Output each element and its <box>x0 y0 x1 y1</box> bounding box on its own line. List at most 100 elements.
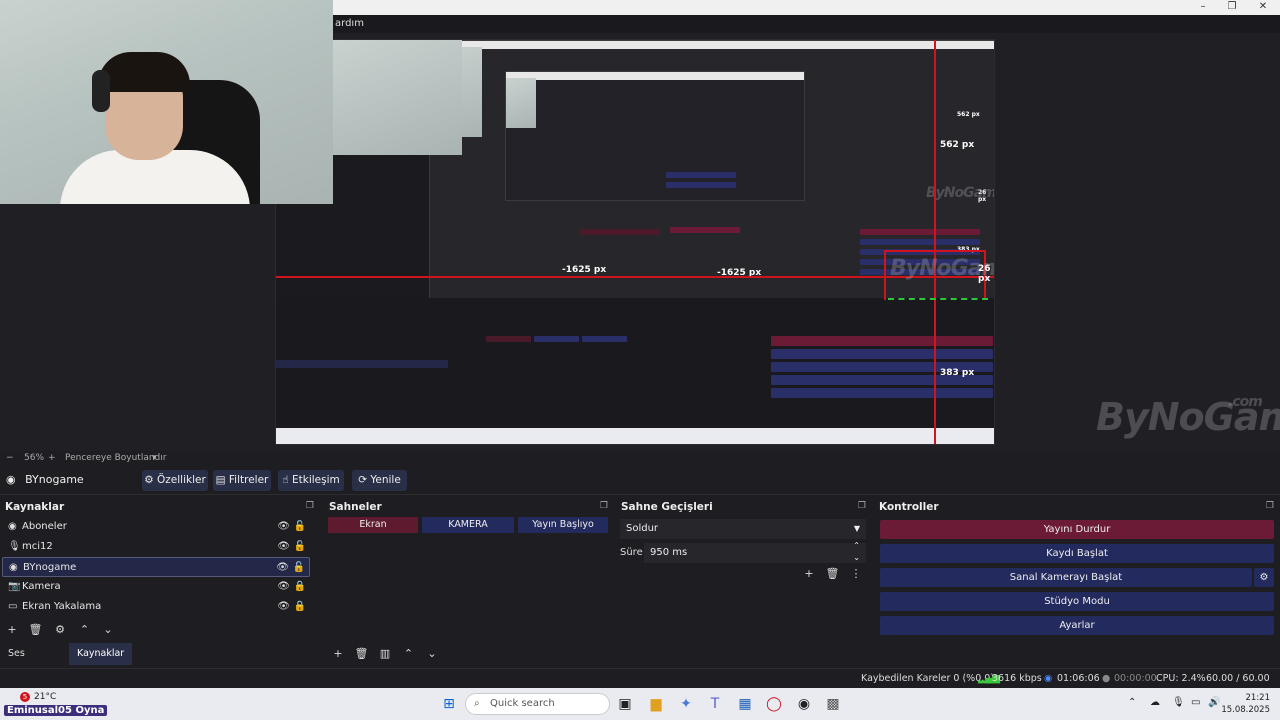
guide-vertical <box>934 40 936 444</box>
visibility-eye-icon[interactable]: 👁 <box>277 597 290 617</box>
transitions-dock: Sahne Geçişleri ❐ Soldur ▼ Süre 950 ms ⌃… <box>616 497 872 665</box>
virtual-camera-settings-icon[interactable]: ⚙ <box>1254 568 1274 587</box>
start-recording-button[interactable]: Kaydı Başlat <box>880 544 1274 563</box>
undock-icon[interactable]: ❐ <box>306 501 314 511</box>
tray-expand-icon[interactable]: ⌃ <box>1128 697 1136 708</box>
restore-button[interactable]: ❐ <box>1219 0 1245 15</box>
lock-icon[interactable]: 🔒 <box>294 597 306 617</box>
visibility-eye-icon[interactable]: 👁 <box>277 577 290 597</box>
taskbar-search[interactable]: ⌕ Quick search <box>465 693 610 715</box>
top-measure-label: 562 px <box>940 140 975 150</box>
volume-icon[interactable]: 🔊 <box>1208 697 1220 708</box>
windows-start-icon[interactable]: ⊞ <box>439 694 459 714</box>
network-icon[interactable]: ▭ <box>1191 697 1200 708</box>
move-down-button[interactable]: ⌄ <box>98 623 118 636</box>
nested-scene-row <box>580 229 660 235</box>
browser-icon: ◉ <box>9 562 18 573</box>
sources-dock: Kaynaklar ❐ ◉ Aboneler 👁 🔓 🎙 mci12 👁 🔓 ◉… <box>0 497 320 665</box>
start-virtual-camera-button[interactable]: Sanal Kamerayı Başlat <box>880 568 1252 587</box>
source-item-bynogame[interactable]: ◉ BYnogame 👁 🔓 <box>2 557 310 577</box>
scene-yayin-basliyo[interactable]: Yayın Başlıyo <box>518 517 608 533</box>
scene-filters-button[interactable]: ▥ <box>375 647 395 660</box>
scenes-tools: + 🗑 ▥ ⌃ ⌄ <box>328 647 442 663</box>
source-label: mci12 <box>22 541 53 552</box>
scenes-dock: Sahneler ❐ Ekran KAMERA Yayın Başlıyo + … <box>324 497 614 665</box>
camera-icon: 📷 <box>8 581 21 592</box>
microphone-tray-icon[interactable]: 🎙 <box>1172 697 1185 708</box>
copilot-icon[interactable]: ✦ <box>676 694 696 714</box>
add-scene-button[interactable]: + <box>328 647 348 660</box>
visibility-eye-icon[interactable]: 👁 <box>276 558 289 578</box>
screen: – ❐ ✕ ardım -1625 px 562 px 26 px ByNoGa… <box>0 0 1280 720</box>
cloud-icon[interactable]: ☁ <box>1150 697 1160 708</box>
scene-down-button[interactable]: ⌄ <box>422 647 442 660</box>
undock-icon[interactable]: ❐ <box>600 501 608 511</box>
lock-icon[interactable]: 🔒 <box>294 577 306 597</box>
unlock-icon[interactable]: 🔓 <box>294 537 306 557</box>
source-label: BYnogame <box>23 562 77 573</box>
source-item-kamera[interactable]: 📷 Kamera 👁 🔒 <box>2 577 310 597</box>
file-explorer-icon[interactable]: ▆ <box>646 694 666 714</box>
fit-dropdown-icon[interactable]: ▾ <box>152 451 157 465</box>
nested-mini-control <box>666 172 736 178</box>
source-item-ekran-yakalama[interactable]: ▭ Ekran Yakalama 👁 🔒 <box>2 597 310 617</box>
zoom-out-button[interactable]: − <box>6 451 14 465</box>
stop-stream-button[interactable]: Yayını Durdur <box>880 520 1274 539</box>
visibility-eye-icon[interactable]: 👁 <box>277 537 290 557</box>
minimize-button[interactable]: – <box>1190 0 1216 15</box>
zoom-in-button[interactable]: + <box>48 451 56 465</box>
scene-ekran[interactable]: Ekran <box>328 517 418 533</box>
app-icon[interactable]: ▩ <box>823 694 843 714</box>
unlock-icon[interactable]: 🔓 <box>294 517 306 537</box>
scene-up-button[interactable]: ⌃ <box>399 647 419 660</box>
clock[interactable]: 21:21 15.08.2025 <box>1221 692 1270 716</box>
twitch-user: Eminusal05 <box>7 705 72 716</box>
transition-select[interactable]: Soldur ▼ <box>620 519 866 539</box>
twitch-notification[interactable]: Eminusal05 Oyna <box>4 705 108 716</box>
remove-scene-button[interactable]: 🗑 <box>352 647 372 660</box>
duration-input[interactable]: 950 ms ⌃ ⌄ <box>644 540 866 564</box>
unlock-icon[interactable]: 🔓 <box>293 558 305 578</box>
add-transition-button[interactable]: + <box>799 567 819 580</box>
settings-button[interactable]: Ayarlar <box>880 616 1274 635</box>
nested-stop-row <box>860 229 980 235</box>
zoom-level: 56% <box>24 453 45 463</box>
store-icon[interactable]: ▦ <box>735 694 755 714</box>
temperature[interactable]: 21°C <box>34 692 56 702</box>
record-time: 00:00:00 <box>1114 673 1157 684</box>
undock-icon[interactable]: ❐ <box>858 501 866 511</box>
preview-area[interactable]: -1625 px 562 px 383 px 26 px ByNoGame <box>0 0 1280 451</box>
tab-audio-mixer[interactable]: Ses Karıştırıcı <box>0 643 60 681</box>
remove-transition-button[interactable]: 🗑 <box>823 567 843 580</box>
properties-label: Özellikler <box>157 474 206 486</box>
webcam-echo <box>333 40 462 155</box>
remove-source-button[interactable]: 🗑 <box>26 623 46 636</box>
task-view-icon[interactable]: ▣ <box>615 694 635 714</box>
source-settings-button[interactable]: ⚙ <box>49 623 71 636</box>
transition-menu-button[interactable]: ⋮ <box>846 567 866 580</box>
obs-icon[interactable]: ◉ <box>794 694 814 714</box>
scene-kamera[interactable]: KAMERA <box>422 517 514 533</box>
tab-sources[interactable]: Kaynaklar <box>69 643 133 665</box>
corner-watermark-suffix: .com <box>1228 394 1263 410</box>
add-source-button[interactable]: + <box>2 623 22 636</box>
sources-list: ◉ Aboneler 👁 🔓 🎙 mci12 👁 🔓 ◉ BYnogame 👁 … <box>2 517 318 617</box>
move-up-button[interactable]: ⌃ <box>75 623 95 636</box>
opera-icon[interactable]: ◯ <box>764 694 784 714</box>
refresh-button[interactable]: ⟳ Yenile <box>352 470 407 491</box>
stepper-icon[interactable]: ⌃ ⌄ <box>853 540 860 564</box>
source-item-aboneler[interactable]: ◉ Aboneler 👁 🔓 <box>2 517 310 537</box>
studio-mode-button[interactable]: Stüdyo Modu <box>880 592 1274 611</box>
properties-button[interactable]: ⚙ Özellikler <box>142 470 208 491</box>
teams-icon[interactable]: T <box>705 694 725 714</box>
filters-button[interactable]: ▤ Filtreler <box>213 470 271 491</box>
visibility-eye-icon[interactable]: 👁 <box>277 517 290 537</box>
source-item-mci12[interactable]: 🎙 mci12 👁 🔓 <box>2 537 310 557</box>
source-label: Ekran Yakalama <box>22 601 102 612</box>
undock-icon[interactable]: ❐ <box>1266 501 1274 511</box>
interact-button[interactable]: ☝ Etkileşim <box>278 470 344 491</box>
nested-record <box>771 349 993 359</box>
close-button[interactable]: ✕ <box>1250 0 1276 15</box>
active-source: ◉ BYnogame <box>6 473 84 486</box>
menu-item-help[interactable]: ardım <box>335 18 364 29</box>
